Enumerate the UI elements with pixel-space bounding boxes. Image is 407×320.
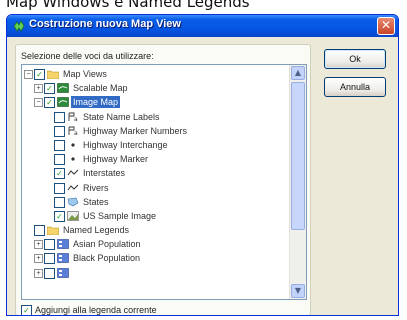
tree-item[interactable]: Named Legends bbox=[22, 223, 290, 237]
tree-item-checkbox[interactable]: ✓ bbox=[54, 168, 65, 180]
ok-button[interactable]: Ok bbox=[324, 49, 386, 69]
tree-item-checkbox[interactable]: ✓ bbox=[44, 83, 55, 95]
label-layer-icon: a bbox=[67, 126, 79, 137]
app-icon bbox=[13, 20, 25, 32]
tree-item-label: Black Population bbox=[73, 253, 141, 264]
tree-item-checkbox[interactable] bbox=[34, 225, 45, 237]
svg-text:a: a bbox=[74, 116, 78, 122]
tree-item[interactable]: + bbox=[22, 266, 290, 280]
tree-item[interactable]: + Black Population bbox=[22, 251, 290, 265]
scroll-thumb[interactable] bbox=[291, 82, 305, 230]
vertical-scrollbar[interactable]: ▲ ▼ bbox=[289, 65, 306, 299]
list-label: Selezione delle voci da utilizzare: bbox=[21, 51, 154, 61]
point-layer-icon bbox=[67, 140, 79, 150]
caption-text: Map Windows e Named Legends bbox=[6, 0, 250, 11]
legend-icon bbox=[57, 253, 69, 264]
tree-item[interactable]: − ✓ Image Map bbox=[22, 95, 290, 109]
tree-item-label: Highway Interchange bbox=[83, 139, 168, 150]
expand-icon[interactable]: + bbox=[34, 268, 43, 278]
scroll-up-button[interactable]: ▲ bbox=[291, 66, 305, 80]
tree-item-checkbox[interactable] bbox=[54, 111, 65, 123]
dialog-content: Selezione delle voci da utilizzare: − ✓ Ma… bbox=[7, 37, 398, 315]
close-button[interactable]: ✕ bbox=[377, 17, 395, 35]
tree-item-checkbox[interactable] bbox=[44, 239, 55, 251]
legend-icon bbox=[57, 267, 69, 278]
expand-icon[interactable]: + bbox=[34, 240, 43, 250]
layer-tree[interactable]: − ✓ Map Views + ✓ Scalable Map − ✓ Image Map a Sta… bbox=[21, 64, 307, 300]
expand-icon[interactable]: + bbox=[34, 84, 43, 94]
tree-item-label: State Name Labels bbox=[83, 111, 160, 122]
line-layer-icon bbox=[67, 183, 79, 193]
polygon-layer-icon bbox=[67, 197, 79, 207]
tree-item-label: States bbox=[83, 196, 109, 207]
tree-item-checkbox[interactable] bbox=[54, 182, 65, 194]
tree-rows: − ✓ Map Views + ✓ Scalable Map − ✓ Image Map a Sta… bbox=[22, 67, 290, 280]
tree-item-checkbox[interactable] bbox=[54, 154, 65, 166]
line-layer-icon bbox=[67, 168, 79, 178]
image-layer-icon bbox=[67, 211, 79, 221]
folder-icon bbox=[46, 69, 60, 80]
tree-item[interactable]: − ✓ Map Views bbox=[22, 67, 290, 81]
dialog-window: Costruzione nuova Map View ✕ Selezione d… bbox=[6, 14, 399, 316]
point-layer-icon bbox=[67, 154, 79, 164]
tree-item-label: Scalable Map bbox=[73, 83, 128, 94]
tree-item[interactable]: a State Name Labels bbox=[22, 110, 290, 124]
tree-item-checkbox[interactable]: ✓ bbox=[54, 210, 65, 222]
tree-item-checkbox[interactable] bbox=[44, 253, 55, 265]
tree-item[interactable]: States bbox=[22, 195, 290, 209]
tree-item-label: Named Legends bbox=[63, 225, 130, 236]
legend-icon bbox=[57, 239, 69, 250]
tree-item-label: Highway Marker Numbers bbox=[83, 125, 188, 136]
svg-text:a: a bbox=[74, 130, 78, 136]
scroll-down-button[interactable]: ▼ bbox=[291, 284, 305, 298]
tree-item-label: Asian Population bbox=[73, 239, 141, 250]
label-layer-icon: a bbox=[67, 112, 79, 123]
tree-item-checkbox[interactable]: ✓ bbox=[44, 97, 55, 109]
tree-item[interactable]: Highway Interchange bbox=[22, 138, 290, 152]
tree-item-checkbox[interactable]: ✓ bbox=[34, 69, 45, 80]
tree-item[interactable]: ✓ US Sample Image bbox=[22, 209, 290, 223]
tree-item-label: US Sample Image bbox=[83, 210, 157, 221]
tree-item[interactable]: + ✓ Scalable Map bbox=[22, 81, 290, 95]
tree-item-checkbox[interactable] bbox=[44, 267, 55, 279]
tree-item-checkbox[interactable] bbox=[54, 125, 65, 137]
tree-item-label: Map Views bbox=[63, 69, 107, 79]
add-to-legend-label: Aggiungi alla legenda corrente bbox=[35, 305, 157, 315]
cancel-button[interactable]: Annulla bbox=[324, 77, 386, 97]
title-bar[interactable]: Costruzione nuova Map View ✕ bbox=[7, 15, 398, 37]
tree-item[interactable]: a Highway Marker Numbers bbox=[22, 124, 290, 138]
add-to-legend-checkbox[interactable]: ✓ bbox=[21, 305, 32, 315]
tree-item-label: Highway Marker bbox=[83, 154, 149, 165]
folder-icon bbox=[46, 225, 60, 236]
tree-item-label: Interstates bbox=[83, 168, 126, 179]
tree-item[interactable]: Highway Marker bbox=[22, 152, 290, 166]
collapse-icon[interactable]: − bbox=[24, 70, 33, 79]
tree-item[interactable]: + Asian Population bbox=[22, 237, 290, 251]
dialog-title: Costruzione nuova Map View bbox=[29, 18, 181, 30]
tree-item-label: Rivers bbox=[83, 182, 109, 193]
tree-item-checkbox[interactable] bbox=[54, 139, 65, 151]
collapse-icon[interactable]: − bbox=[34, 98, 43, 108]
tree-item[interactable]: Rivers bbox=[22, 181, 290, 195]
tree-item-checkbox[interactable] bbox=[54, 196, 65, 208]
expand-icon[interactable]: + bbox=[34, 254, 43, 264]
map-icon bbox=[57, 83, 69, 93]
tree-item[interactable]: ✓ Interstates bbox=[22, 166, 290, 180]
map-icon bbox=[57, 97, 69, 108]
tree-item-label: Image Map bbox=[71, 96, 121, 109]
